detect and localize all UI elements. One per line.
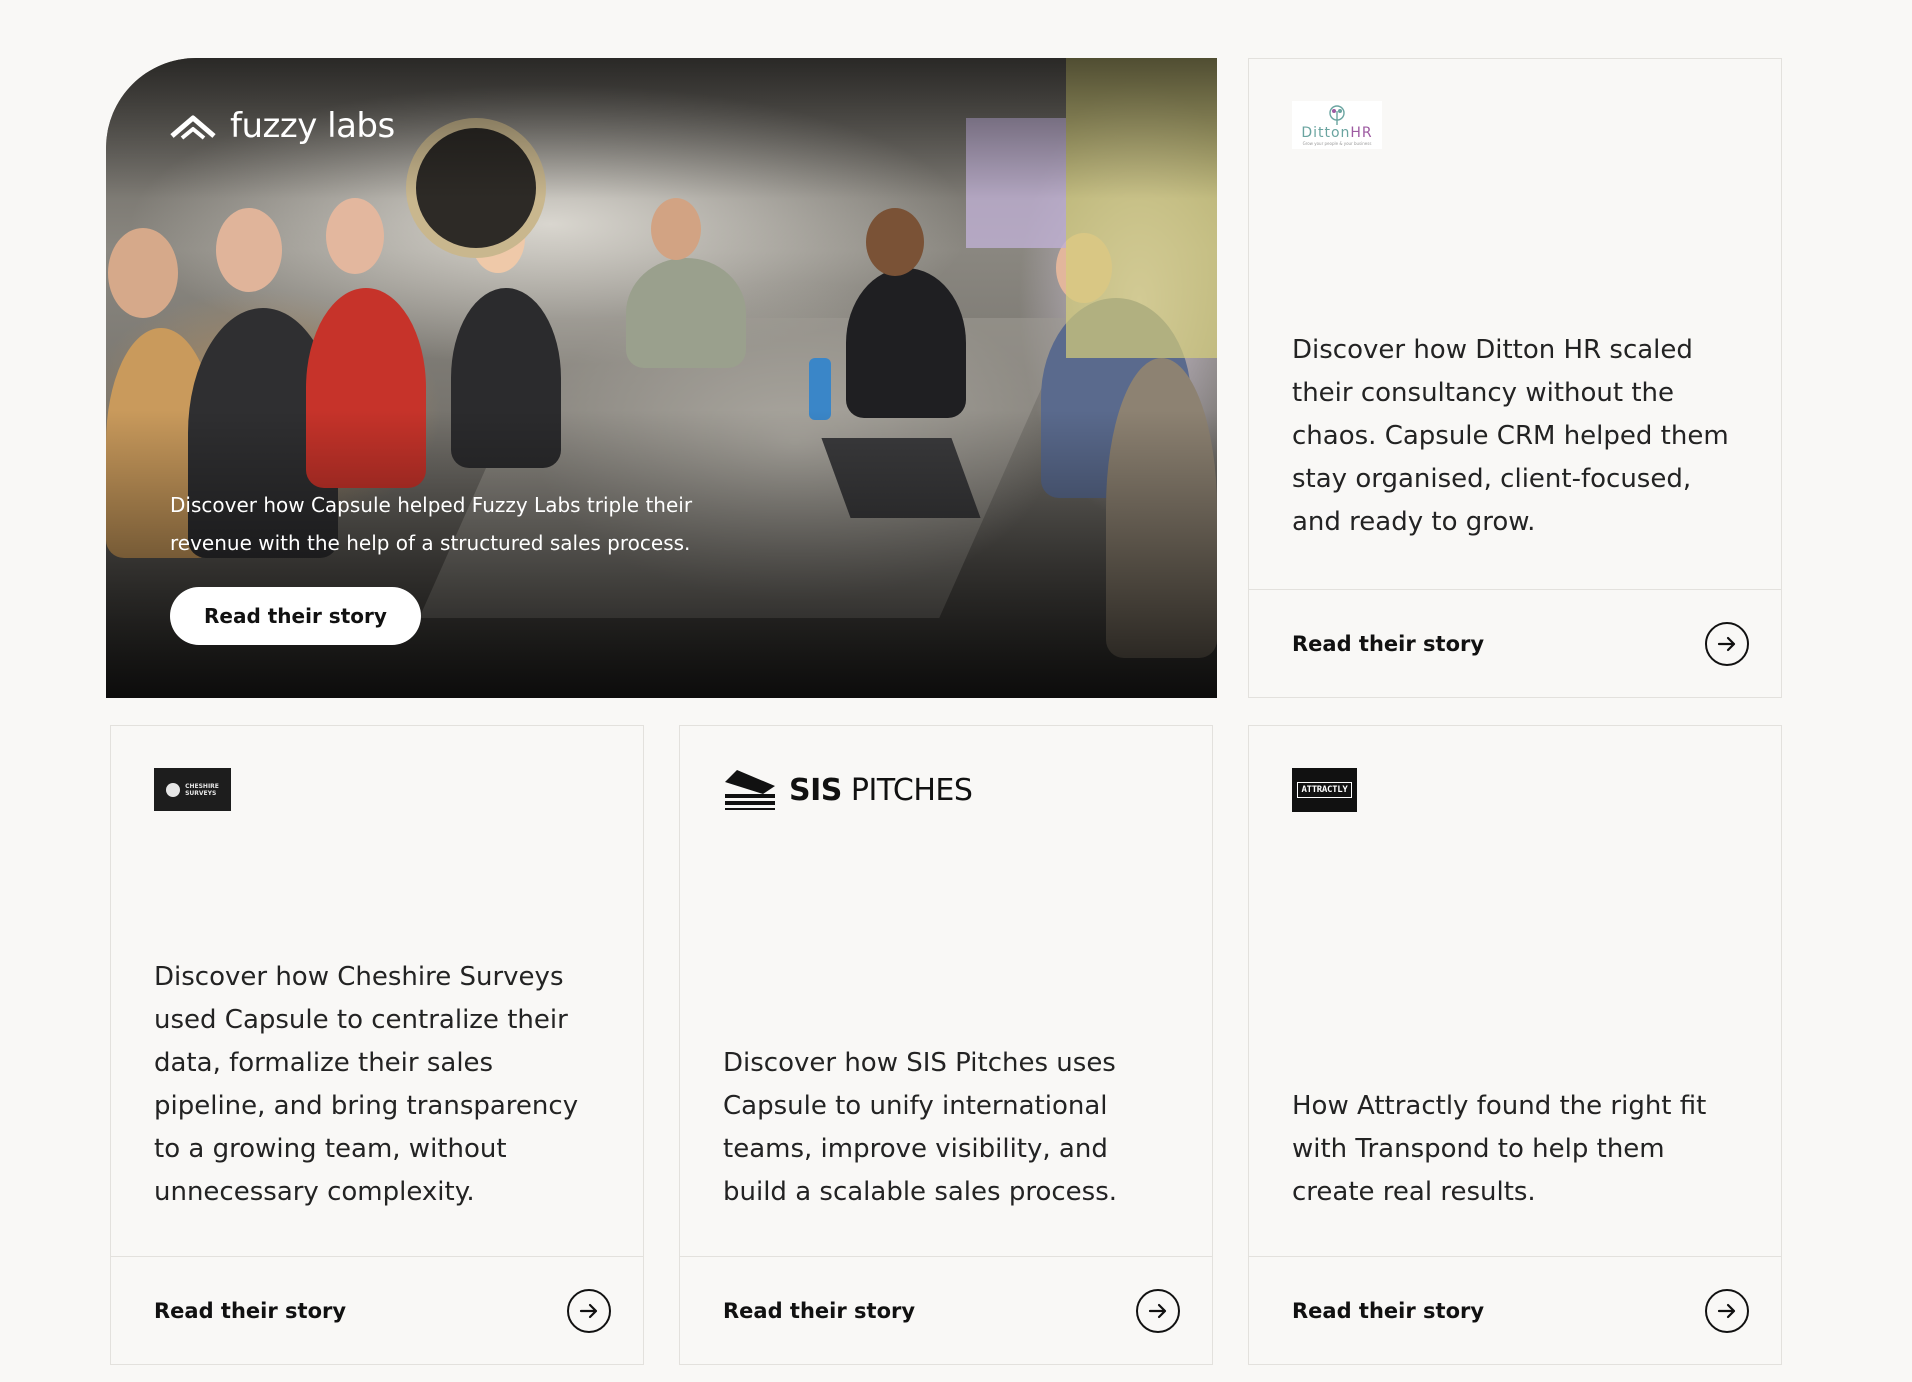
card-footer[interactable]: Read their story	[1249, 589, 1781, 697]
arrow-right-circle-icon[interactable]	[1136, 1288, 1180, 1333]
fuzzy-labs-logo-text: fuzzy labs	[230, 106, 395, 146]
story-card-attractly[interactable]: ATTRACTLY How Attractly found the right …	[1248, 725, 1782, 1365]
cheshire-surveys-logo: CHESHIRE SURVEYS	[154, 768, 231, 811]
story-card-ditton-hr[interactable]: DittonHR Grow your people & your busines…	[1248, 58, 1782, 698]
chevron-up-logo-icon	[170, 115, 216, 140]
card-footer[interactable]: Read their story	[111, 1256, 643, 1364]
story-card-sis-pitches[interactable]: SIS PITCHES Discover how SIS Pitches use…	[679, 725, 1213, 1365]
ditton-hr-logo: DittonHR Grow your people & your busines…	[1292, 101, 1382, 149]
featured-description: Discover how Capsule helped Fuzzy Labs t…	[170, 493, 693, 555]
customer-stories-grid: fuzzy labs Discover how Capsule helped F…	[0, 0, 1912, 1382]
arrow-right-circle-icon[interactable]	[1705, 1288, 1749, 1333]
ditton-hr-logo-tagline: Grow your people & your business	[1302, 140, 1372, 146]
featured-story-card[interactable]: fuzzy labs Discover how Capsule helped F…	[106, 58, 1217, 698]
sis-pitches-description: Discover how SIS Pitches uses Capsule to…	[723, 1048, 1117, 1207]
ditton-hr-description: Discover how Ditton HR scaled their cons…	[1292, 335, 1729, 537]
cheshire-surveys-logo-text: CHESHIRE SURVEYS	[185, 782, 219, 797]
ditton-hr-logo-text: DittonHR	[1301, 124, 1373, 141]
read-their-story-link[interactable]: Read their story	[154, 1299, 346, 1323]
card-footer[interactable]: Read their story	[1249, 1256, 1781, 1364]
tree-logo-icon	[1329, 104, 1345, 125]
story-card-cheshire-surveys[interactable]: CHESHIRE SURVEYS Discover how Cheshire Su…	[110, 725, 644, 1365]
read-their-story-link[interactable]: Read their story	[1292, 632, 1484, 656]
sis-pitches-logo: SIS PITCHES	[723, 768, 973, 812]
attractly-logo: ATTRACTLY	[1292, 768, 1357, 812]
arrow-right-circle-icon[interactable]	[1705, 621, 1749, 666]
arrow-right-circle-icon[interactable]	[567, 1288, 611, 1333]
read-their-story-link[interactable]: Read their story	[723, 1299, 915, 1323]
globe-logo-icon	[166, 782, 181, 797]
attractly-description: How Attractly found the right fit with T…	[1292, 1091, 1707, 1207]
attractly-logo-text: ATTRACTLY	[1297, 782, 1352, 798]
fuzzy-labs-logo: fuzzy labs	[170, 106, 395, 146]
card-footer[interactable]: Read their story	[680, 1256, 1212, 1364]
read-their-story-button[interactable]: Read their story	[170, 587, 421, 645]
cheshire-surveys-description: Discover how Cheshire Surveys used Capsu…	[154, 962, 579, 1207]
sis-pitches-logo-text: SIS PITCHES	[789, 772, 973, 808]
stacked-layers-logo-icon	[725, 770, 775, 810]
read-their-story-link[interactable]: Read their story	[1292, 1299, 1484, 1323]
